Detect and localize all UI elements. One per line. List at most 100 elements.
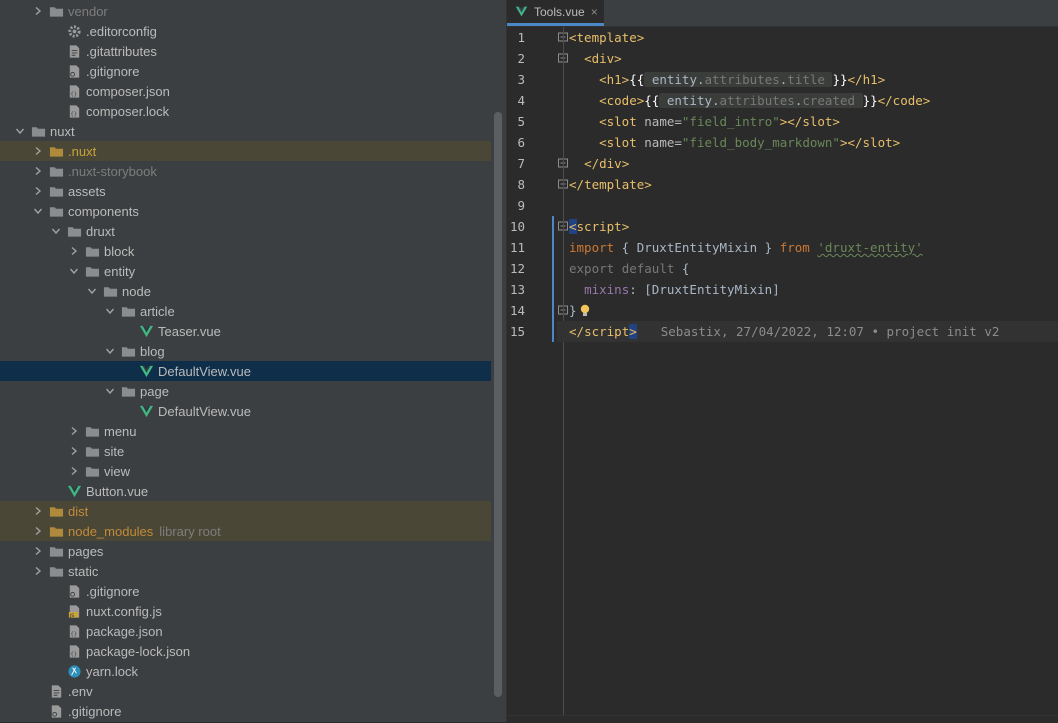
tree-file-gitignore[interactable]: .gitignore	[0, 581, 491, 601]
code-line-5: <slot name="field_intro"></slot>	[599, 114, 840, 129]
line-number[interactable]: 9	[507, 195, 525, 216]
line-number[interactable]: 5	[507, 111, 525, 132]
json-file-icon: {}	[66, 103, 82, 119]
tree-folder-node[interactable]: node	[0, 281, 491, 301]
chevron-down-icon[interactable]	[102, 303, 118, 319]
intention-bulb-icon[interactable]	[579, 304, 591, 318]
code-line-12: export default {	[569, 261, 690, 276]
tree-file-composer-lock[interactable]: {} composer.lock	[0, 101, 491, 121]
tree-item-label: yarn.lock	[86, 663, 139, 679]
folder-icon	[120, 343, 136, 359]
tree-folder-nuxt[interactable]: nuxt	[0, 121, 491, 141]
text-file-icon	[48, 683, 64, 699]
chevron-down-icon[interactable]	[12, 123, 28, 139]
chevron-right-icon[interactable]	[66, 243, 82, 259]
line-number[interactable]: 2	[507, 48, 525, 69]
tree-file-gitattributes[interactable]: .gitattributes	[0, 41, 491, 61]
chevron-right-icon[interactable]	[30, 143, 46, 159]
tree-file-gitignore[interactable]: .gitignore	[0, 701, 491, 721]
tree-item-label: article	[140, 303, 175, 319]
tree-folder-nuxt-storybook[interactable]: .nuxt-storybook	[0, 161, 491, 181]
tree-file-nuxt-config-js[interactable]: JS nuxt.config.js	[0, 601, 491, 621]
tree-folder-site[interactable]: site	[0, 441, 491, 461]
tree-folder-static[interactable]: static	[0, 561, 491, 581]
code-line-10: <script>	[569, 219, 630, 234]
tree-item-label: block	[104, 243, 135, 259]
line-number[interactable]: 1	[507, 27, 525, 48]
code-line-15: </script> Sebastix, 27/04/2022, 12:07 • p…	[557, 321, 1058, 342]
line-number[interactable]: 15	[507, 321, 525, 342]
tree-folder-article[interactable]: article	[0, 301, 491, 321]
editor-gutter: 1 2 3 4 5 6 7 8 9 10 11 12 13 14 15	[507, 27, 568, 715]
chevron-right-icon[interactable]	[30, 503, 46, 519]
line-number[interactable]: 10	[507, 216, 525, 237]
tree-file-composer-json[interactable]: {} composer.json	[0, 81, 491, 101]
chevron-down-icon[interactable]	[102, 383, 118, 399]
vcs-change-marker[interactable]	[552, 216, 554, 342]
tree-file-package-lock-json[interactable]: {} package-lock.json	[0, 641, 491, 661]
tree-file-yarn-lock[interactable]: yarn.lock	[0, 661, 491, 681]
line-number[interactable]: 11	[507, 237, 525, 258]
tree-folder-druxt[interactable]: druxt	[0, 221, 491, 241]
tree-file-defaultview-vue[interactable]: DefaultView.vue	[0, 401, 491, 421]
tree-folder-view[interactable]: view	[0, 461, 491, 481]
tree-item-label: assets	[68, 183, 106, 199]
chevron-right-icon[interactable]	[66, 423, 82, 439]
chevron-down-icon[interactable]	[48, 223, 64, 239]
tree-file-button-vue[interactable]: Button.vue	[0, 481, 491, 501]
tree-item-label: static	[68, 563, 99, 579]
line-number[interactable]: 6	[507, 132, 525, 153]
tree-file-env[interactable]: .env	[0, 681, 491, 701]
line-number[interactable]: 14	[507, 300, 525, 321]
tree-file-editorconfig[interactable]: .editorconfig	[0, 21, 491, 41]
tree-folder-menu[interactable]: menu	[0, 421, 491, 441]
tree-folder-entity[interactable]: entity	[0, 261, 491, 281]
tree-folder-pages[interactable]: pages	[0, 541, 491, 561]
chevron-right-icon[interactable]	[30, 543, 46, 559]
chevron-right-icon[interactable]	[66, 443, 82, 459]
tree-folder-node-modules[interactable]: node_modules library root	[0, 521, 491, 541]
tree-file-gitignore[interactable]: .gitignore	[0, 61, 491, 81]
folder-icon	[30, 123, 46, 139]
tree-folder-blog[interactable]: blog	[0, 341, 491, 361]
tab-tools-vue[interactable]: Tools.vue ×	[507, 0, 604, 26]
chevron-down-icon[interactable]	[102, 343, 118, 359]
chevron-right-icon[interactable]	[30, 523, 46, 539]
project-tree-scrollbar[interactable]	[494, 112, 502, 697]
line-number[interactable]: 4	[507, 90, 525, 111]
chevron-right-icon[interactable]	[30, 163, 46, 179]
excluded-folder-icon	[48, 503, 64, 519]
tree-item-label: nuxt.config.js	[86, 603, 162, 619]
tree-folder-dist[interactable]: dist	[0, 501, 491, 521]
tree-folder-vendor[interactable]: vendor	[0, 1, 491, 21]
tree-folder-block[interactable]: block	[0, 241, 491, 261]
line-number[interactable]: 12	[507, 258, 525, 279]
tree-file-teaser-vue[interactable]: Teaser.vue	[0, 321, 491, 341]
chevron-down-icon[interactable]	[30, 203, 46, 219]
line-number[interactable]: 8	[507, 174, 525, 195]
tab-close-icon[interactable]: ×	[591, 5, 598, 19]
chevron-down-icon[interactable]	[84, 283, 100, 299]
chevron-down-icon[interactable]	[66, 263, 82, 279]
tree-folder-nuxt[interactable]: .nuxt	[0, 141, 491, 161]
chevron-right-icon[interactable]	[30, 563, 46, 579]
chevron-right-icon[interactable]	[66, 463, 82, 479]
tree-folder-components[interactable]: components	[0, 201, 491, 221]
folder-icon	[48, 183, 64, 199]
chevron-right-icon[interactable]	[30, 3, 46, 19]
line-number[interactable]: 3	[507, 69, 525, 90]
tree-file-defaultview-vue[interactable]: DefaultView.vue	[0, 361, 491, 381]
chevron-right-icon[interactable]	[30, 183, 46, 199]
tree-folder-page[interactable]: page	[0, 381, 491, 401]
line-number[interactable]: 7	[507, 153, 525, 174]
line-number[interactable]: 13	[507, 279, 525, 300]
tree-file-package-json[interactable]: {} package.json	[0, 621, 491, 641]
tree-folder-assets[interactable]: assets	[0, 181, 491, 201]
svg-text:{}: {}	[70, 631, 77, 637]
